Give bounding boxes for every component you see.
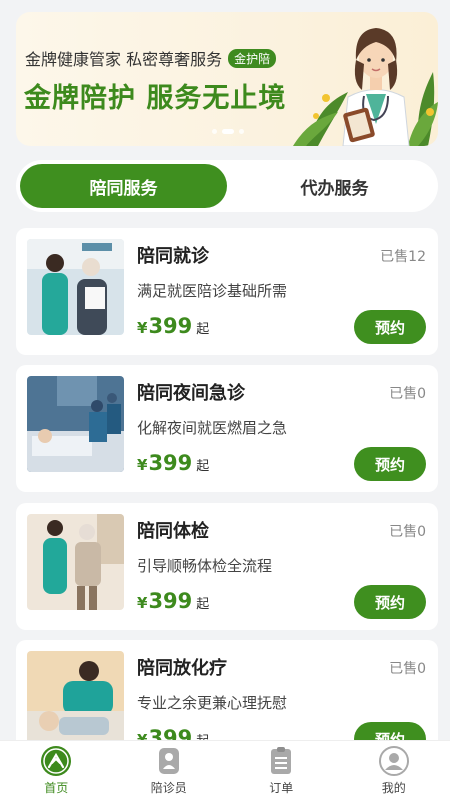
price-amount: 399 (148, 589, 193, 613)
banner-badge: 金护陪 (228, 48, 277, 68)
sold-count: 已售0 (389, 386, 426, 402)
service-description: 满足就医陪诊基础所需 (137, 282, 288, 300)
home-icon (41, 746, 72, 776)
sold-count: 已售0 (389, 661, 426, 677)
nav-label: 我的 (381, 781, 406, 795)
service-description: 化解夜间就医燃眉之急 (137, 419, 288, 437)
nav-item-orders[interactable]: 订单 (225, 741, 338, 800)
nav-label: 陪诊员 (150, 781, 187, 795)
book-button[interactable]: 预约 (354, 310, 426, 344)
service-image (27, 651, 124, 747)
price-suffix: 起 (196, 459, 210, 474)
service-price: ¥ 399 起 (137, 451, 209, 475)
sold-count: 已售12 (380, 249, 426, 265)
price-amount: 399 (148, 451, 193, 475)
promo-banner[interactable]: 金牌健康管家 私密尊奢服务 金护陪 金牌陪护 服务无止境 (16, 12, 438, 146)
carousel-dots (212, 129, 244, 134)
price-suffix: 起 (196, 597, 210, 612)
service-description: 专业之余更兼心理抚慰 (137, 694, 288, 712)
price-currency: ¥ (137, 456, 148, 474)
nav-item-profile[interactable]: 我的 (338, 741, 450, 800)
bottom-nav: 首页 陪诊员 订单 我的 (0, 740, 450, 800)
book-button[interactable]: 预约 (354, 447, 426, 481)
service-card[interactable]: 陪同夜间急诊 已售0 化解夜间就医燃眉之急 ¥ 399 起 预约 (16, 365, 438, 492)
banner-subtitle-row: 金牌健康管家 私密尊奢服务 金护陪 (25, 46, 277, 70)
service-price: ¥ 399 起 (137, 314, 209, 338)
price-currency: ¥ (137, 319, 148, 337)
tab-agency-service[interactable]: 代办服务 (231, 160, 438, 212)
service-image (27, 239, 124, 335)
service-tabs: 陪同服务 代办服务 (16, 160, 438, 212)
sold-count: 已售0 (389, 524, 426, 540)
service-image (27, 376, 124, 472)
service-title: 陪同夜间急诊 (137, 383, 245, 404)
nav-label: 订单 (269, 781, 294, 795)
carousel-dot[interactable] (239, 129, 244, 134)
service-title: 陪同放化疗 (137, 658, 227, 679)
service-price: ¥ 399 起 (137, 589, 209, 613)
service-card[interactable]: 陪同就诊 已售12 满足就医陪诊基础所需 ¥ 399 起 预约 (16, 228, 438, 355)
price-amount: 399 (148, 314, 193, 338)
service-image (27, 514, 124, 610)
order-icon (271, 747, 292, 774)
service-title: 陪同就诊 (137, 246, 209, 267)
nav-item-home[interactable]: 首页 (0, 741, 113, 800)
banner-title: 金牌陪护 服务无止境 (24, 83, 287, 114)
price-suffix: 起 (196, 322, 210, 337)
service-description: 引导顺畅体检全流程 (137, 557, 273, 575)
service-title: 陪同体检 (137, 521, 209, 542)
price-currency: ¥ (137, 594, 148, 612)
nav-item-companion[interactable]: 陪诊员 (113, 741, 226, 800)
service-card[interactable]: 陪同体检 已售0 引导顺畅体检全流程 ¥ 399 起 预约 (16, 503, 438, 630)
doctor-illustration (293, 28, 438, 146)
nav-label: 首页 (44, 781, 69, 795)
carousel-dot[interactable] (212, 129, 217, 134)
carousel-dot-active[interactable] (222, 129, 234, 134)
companion-icon (158, 748, 179, 774)
tab-companion-service[interactable]: 陪同服务 (20, 164, 227, 208)
profile-icon (378, 746, 409, 776)
book-button[interactable]: 预约 (354, 585, 426, 619)
banner-subtitle: 金牌健康管家 私密尊奢服务 (25, 50, 223, 69)
